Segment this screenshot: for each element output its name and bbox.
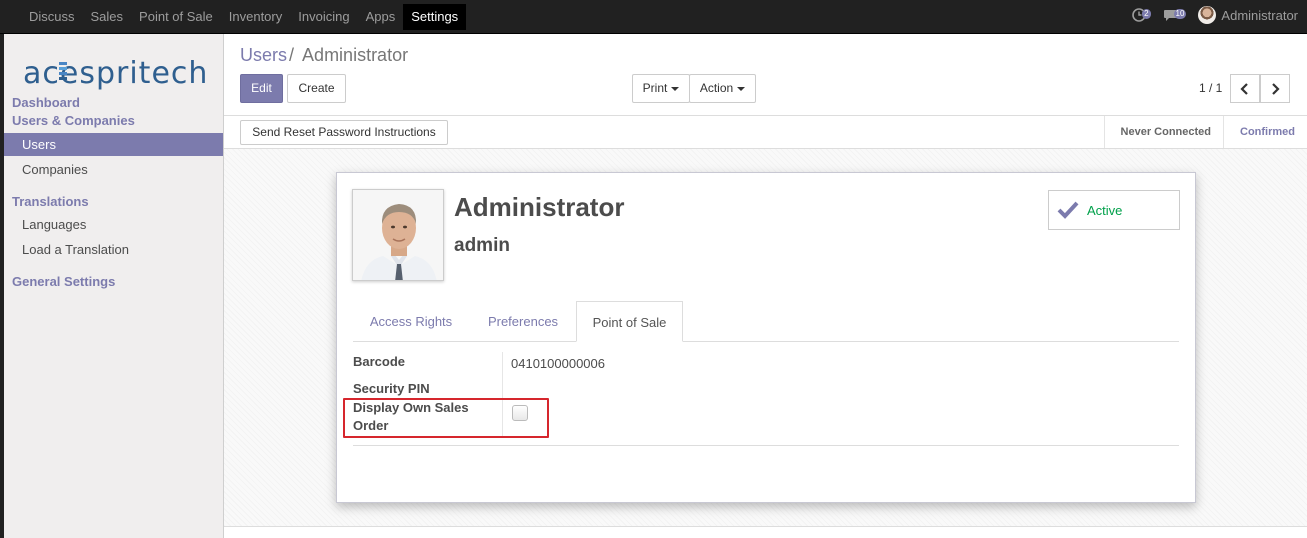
pager-previous-button[interactable] <box>1230 74 1260 103</box>
top-navbar: Discuss Sales Point of Sale Inventory In… <box>0 0 1307 34</box>
sidebar-edge <box>0 34 4 538</box>
barcode-label: Barcode <box>353 354 406 369</box>
user-name-field: Administrator <box>454 192 625 222</box>
check-icon <box>1057 201 1079 219</box>
sidebar-head-dashboard[interactable]: Dashboard <box>12 95 80 110</box>
logo-text: acespritech <box>23 56 208 91</box>
caret-down-icon <box>671 86 680 91</box>
menu-sales[interactable]: Sales <box>83 4 132 30</box>
menu-settings[interactable]: Settings <box>403 4 467 30</box>
breadcrumb-separator: / <box>289 45 295 65</box>
action-dropdown[interactable]: Action <box>689 74 756 103</box>
sidebar: acespritech Dashboard Users & Companies … <box>0 34 224 538</box>
tab-point-of-sale[interactable]: Point of Sale <box>576 301 683 342</box>
action-label: Action <box>699 81 734 95</box>
tab-content-bottom-divider <box>353 445 1179 446</box>
active-label: Active <box>1087 202 1123 218</box>
company-logo: acespritech <box>23 56 208 91</box>
barcode-value: 0410100000006 <box>511 356 605 371</box>
sidebar-item-companies[interactable]: Companies <box>4 158 223 181</box>
chevron-left-icon <box>1240 82 1248 95</box>
active-toggle-button[interactable]: Active <box>1048 190 1180 230</box>
pager-next-button[interactable] <box>1260 74 1290 103</box>
tabs-divider <box>353 341 1179 342</box>
messages-button[interactable]: 10 <box>1163 9 1187 22</box>
app-menu: Discuss Sales Point of Sale Inventory In… <box>21 4 467 30</box>
menu-discuss[interactable]: Discuss <box>21 4 83 30</box>
user-login-field: admin <box>454 235 510 256</box>
print-label: Print <box>642 81 668 95</box>
chevron-right-icon <box>1272 82 1280 95</box>
breadcrumb-current: Administrator <box>302 45 409 65</box>
message-count-badge: 10 <box>1173 9 1187 19</box>
edit-button[interactable]: Edit <box>240 74 283 103</box>
create-button[interactable]: Create <box>287 74 346 103</box>
tab-preferences[interactable]: Preferences <box>472 301 574 342</box>
sidebar-item-languages[interactable]: Languages <box>4 213 223 236</box>
user-menu-name[interactable]: Administrator <box>1221 8 1298 23</box>
security-pin-label: Security PIN <box>353 381 430 396</box>
caret-down-icon <box>737 86 746 91</box>
user-avatar[interactable] <box>1198 6 1217 24</box>
sidebar-item-load-translation[interactable]: Load a Translation <box>4 238 223 261</box>
status-stages: Never Connected Confirmed <box>1103 116 1307 148</box>
sidebar-item-users[interactable]: Users <box>4 133 223 156</box>
stage-confirmed: Confirmed <box>1223 116 1307 148</box>
send-reset-password-button[interactable]: Send Reset Password Instructions <box>240 120 448 145</box>
sidebar-head-general-settings[interactable]: General Settings <box>12 274 115 289</box>
pager-value[interactable]: 1 / 1 <box>1199 81 1222 95</box>
print-dropdown[interactable]: Print <box>632 74 690 103</box>
systray: 2 10 Administrator <box>1132 6 1298 24</box>
sidebar-head-users-companies: Users & Companies <box>12 113 135 128</box>
menu-apps[interactable]: Apps <box>358 4 404 30</box>
user-portrait <box>353 190 443 280</box>
form-statusbar: Send Reset Password Instructions Never C… <box>224 115 1307 149</box>
stage-never-connected: Never Connected <box>1103 116 1223 148</box>
breadcrumb-users[interactable]: Users <box>240 45 287 65</box>
menu-inventory[interactable]: Inventory <box>221 4 290 30</box>
sidebar-head-translations: Translations <box>12 194 89 209</box>
highlight-annotation-box <box>343 398 549 438</box>
activity-count-badge: 2 <box>1142 9 1151 19</box>
user-photo[interactable] <box>352 189 444 281</box>
tab-access-rights[interactable]: Access Rights <box>353 301 469 342</box>
menu-invoicing[interactable]: Invoicing <box>290 4 357 30</box>
breadcrumb: Users / Administrator <box>240 45 408 66</box>
menu-point-of-sale[interactable]: Point of Sale <box>131 4 221 30</box>
activity-button[interactable]: 2 <box>1132 8 1151 22</box>
